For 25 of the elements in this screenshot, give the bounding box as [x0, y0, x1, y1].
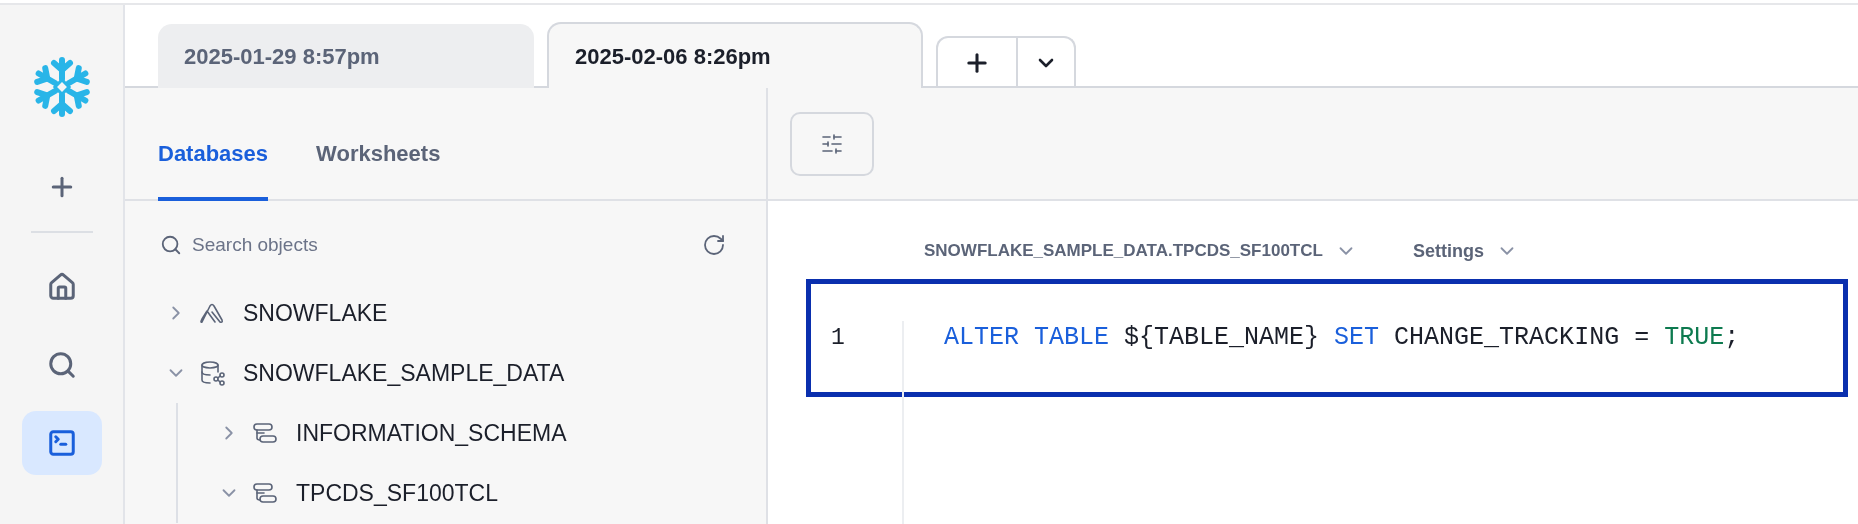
schema-icon	[252, 482, 278, 504]
panel-tab[interactable]: Worksheets	[316, 109, 441, 201]
terminal-icon	[46, 428, 77, 458]
tree-item-label[interactable]: SNOWFLAKE	[243, 295, 388, 331]
sliders-icon	[820, 131, 844, 156]
worksheet-tab[interactable]: 2025-02-06 8:26pm	[547, 22, 923, 88]
search-icon	[46, 350, 77, 380]
search-icon	[160, 234, 182, 256]
panel-tab[interactable]: Databases	[158, 109, 269, 201]
app-icon	[199, 301, 225, 325]
code-line: ALTER TABLE ${TABLE_NAME} SET CHANGE_TRACKING = TRUE;	[944, 322, 1740, 355]
settings-menu[interactable]: Settings	[1412, 237, 1484, 265]
tree-item-label[interactable]: INFORMATION_SCHEMA	[296, 415, 567, 451]
filter-button[interactable]	[790, 111, 874, 176]
schema-icon	[252, 422, 278, 444]
line-number: 1	[830, 323, 846, 353]
database-icon	[199, 360, 225, 386]
search-field[interactable]: Search objects	[192, 230, 702, 260]
refresh-icon[interactable]	[702, 233, 726, 257]
worksheet-tab[interactable]: 2025-01-29 8:57pm	[158, 24, 534, 88]
context-selector[interactable]: SNOWFLAKE_SAMPLE_DATA.TPCDS_SF100TCL	[924, 238, 1323, 264]
tree-item-label[interactable]: TPCDS_SF100TCL	[296, 475, 498, 511]
home-icon	[46, 272, 77, 302]
tree-item-label[interactable]: SNOWFLAKE_SAMPLE_DATA	[243, 355, 565, 391]
rail-button[interactable]	[21, 411, 102, 475]
